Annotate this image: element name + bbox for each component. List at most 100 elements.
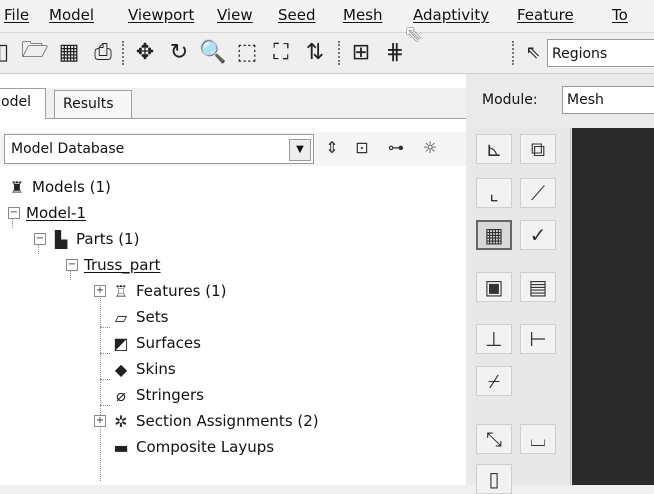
seed-edges-icon[interactable]: ⌞ xyxy=(476,178,512,208)
tree-item-model-1[interactable]: − Model-1 xyxy=(8,200,86,226)
tab-results[interactable]: Results xyxy=(54,90,132,118)
tree-item-surfaces[interactable]: ◩ Surfaces xyxy=(112,330,201,356)
tree-connector xyxy=(100,327,110,328)
toolbar-separator xyxy=(122,41,126,65)
tree-connector xyxy=(100,353,110,354)
expand-icon[interactable]: + xyxy=(94,285,106,297)
graphics-viewport[interactable] xyxy=(572,128,654,485)
tab-model[interactable]: odel xyxy=(0,88,46,119)
new-icon[interactable]: ▯ xyxy=(0,37,18,67)
tree-item-label: Stringers xyxy=(136,386,204,404)
tree-item-label: Parts (1) xyxy=(76,230,140,248)
menu-viewport[interactable]: Viewport xyxy=(128,5,194,25)
box-zoom-icon[interactable]: ⬚ xyxy=(232,37,262,67)
sets-icon: ▱ xyxy=(114,307,128,327)
tree-item-label: Surfaces xyxy=(136,334,201,352)
tree-connector xyxy=(100,286,101,481)
menu-bar: File Model Viewport View Seed Mesh Adapt… xyxy=(0,0,654,33)
expand-icon[interactable]: + xyxy=(94,415,106,427)
parts-icon: ▙ xyxy=(54,229,68,249)
mesh-toolbox: ⊾ ⧉ ⌞ ⟋ ▦ ✓ ▣ ▤ ⊥ ⊢ ⌿ ⤡ ⌴ ▯ xyxy=(470,128,571,494)
model-database-select[interactable]: Model Database ▼ xyxy=(4,134,314,164)
collapse-icon[interactable]: − xyxy=(34,233,46,245)
verify-mesh-icon[interactable]: ✓ xyxy=(520,220,556,250)
tree-item-sets[interactable]: ▱ Sets xyxy=(112,304,169,330)
expand-tree-icon[interactable]: ⊡ xyxy=(350,138,374,160)
menu-view[interactable]: View xyxy=(217,5,253,25)
model-database-label: Model Database xyxy=(11,141,125,157)
menu-mesh[interactable]: Mesh xyxy=(343,5,383,25)
mesh-part-icon[interactable]: ▦ xyxy=(476,220,512,250)
tree-item-features[interactable]: + ♖ Features (1) xyxy=(94,278,227,304)
zoom-icon[interactable]: 🔍 xyxy=(198,37,228,67)
tree-item-truss-part[interactable]: − Truss_part xyxy=(66,252,161,278)
tree-connector xyxy=(100,405,110,406)
query-mesh-icon[interactable]: ▯ xyxy=(476,464,512,494)
tree-item-label: Model-1 xyxy=(26,204,86,222)
menu-tools[interactable]: To xyxy=(612,5,628,25)
filter-tree-icon[interactable]: ⊶ xyxy=(384,138,408,160)
seed-part-instance-icon[interactable]: ⧉ xyxy=(520,134,556,164)
tree-item-label: Features (1) xyxy=(136,282,227,300)
lightbulb-icon[interactable]: ☼ xyxy=(418,138,442,160)
edit-mesh-icon[interactable]: ⤡ xyxy=(476,424,512,454)
skins-icon: ◆ xyxy=(114,359,128,379)
composite-layups-icon: ▬ xyxy=(113,437,129,457)
tab-bar: odel Results xyxy=(0,88,466,119)
module-label: Module: xyxy=(482,92,538,108)
menu-feature[interactable]: Feature xyxy=(517,5,574,25)
toolbar-separator xyxy=(512,41,516,65)
mesh-grid-icon[interactable]: ⊞ xyxy=(346,37,376,67)
mouse-cursor-icon: ⇖ xyxy=(404,22,423,47)
assign-mesh-controls-icon[interactable]: ▣ xyxy=(476,272,512,302)
section-assignments-icon: ✲ xyxy=(114,411,128,431)
main-toolbar: ▯ 🗁 ▦ ⎙ ✥ ↻ 🔍 ⬚ ⛶ ⇅ ⊞ ⋕ ⇖ Regions xyxy=(0,33,654,74)
tree-item-skins[interactable]: ◆ Skins xyxy=(112,356,176,382)
tree-item-label: Composite Layups xyxy=(136,438,275,456)
collapse-icon[interactable]: − xyxy=(8,207,20,219)
open-folder-icon[interactable]: 🗁 xyxy=(20,37,50,67)
menu-file[interactable]: File xyxy=(4,5,29,25)
tree-item-section-assignments[interactable]: + ✲ Section Assignments (2) xyxy=(94,408,319,434)
sort-icon[interactable]: ⇕ xyxy=(320,138,344,160)
tree-item-composite-layups[interactable]: ▬ Composite Layups xyxy=(112,434,274,460)
delete-seeds-icon[interactable]: ⟋ xyxy=(520,178,556,208)
tree-connector xyxy=(100,379,110,380)
partition-face-icon[interactable]: ⊢ xyxy=(520,324,556,354)
chevron-down-icon[interactable]: ▼ xyxy=(289,139,311,161)
cycle-views-icon[interactable]: ⇅ xyxy=(300,37,330,67)
select-arrow-icon[interactable]: ⇖ xyxy=(518,37,548,67)
menu-model[interactable]: Model xyxy=(49,5,94,25)
tree-item-label: Skins xyxy=(136,360,176,378)
tree-item-parts[interactable]: − ▙ Parts (1) xyxy=(34,226,139,252)
model-tree: ♜ Models (1) − Model-1 − ▙ Parts (1) − T… xyxy=(0,174,466,485)
database-row: Model Database ▼ ⇕ ⊡ ⊶ ☼ xyxy=(0,132,466,166)
tree-item-stringers[interactable]: ⌀ Stringers xyxy=(112,382,204,408)
toolbar-separator xyxy=(338,41,342,65)
surfaces-icon: ◩ xyxy=(113,333,129,353)
selection-filter[interactable]: Regions xyxy=(547,39,654,67)
tree-item-models[interactable]: ♜ Models (1) xyxy=(8,174,111,200)
mesh-region-icon[interactable]: ⌴ xyxy=(520,424,556,454)
tree-item-label: Models (1) xyxy=(32,178,111,196)
menu-adaptivity[interactable]: Adaptivity xyxy=(413,5,489,25)
tree-item-label: Section Assignments (2) xyxy=(136,412,319,430)
rotate-icon[interactable]: ↻ xyxy=(164,37,194,67)
menu-seed[interactable]: Seed xyxy=(278,5,316,25)
seed-part-icon[interactable]: ⊾ xyxy=(476,134,512,164)
collapse-icon[interactable]: − xyxy=(66,259,78,271)
partition-edge-icon[interactable]: ⊥ xyxy=(476,324,512,354)
tree-item-label: Sets xyxy=(136,308,169,326)
assign-element-type-icon[interactable]: ▤ xyxy=(520,272,556,302)
models-icon: ♜ xyxy=(9,177,25,197)
pan-icon[interactable]: ✥ xyxy=(130,37,160,67)
features-icon: ♖ xyxy=(113,281,129,301)
save-icon[interactable]: ▦ xyxy=(54,37,84,67)
model-tree-panel: odel Results Model Database ▼ ⇕ ⊡ ⊶ ☼ ♜ … xyxy=(0,74,466,485)
stringers-icon: ⌀ xyxy=(116,385,126,405)
tree-item-label: Truss_part xyxy=(84,256,161,274)
virtual-topology-icon[interactable]: ⌿ xyxy=(476,366,512,396)
print-icon[interactable]: ⎙ xyxy=(88,37,118,67)
auto-fit-icon[interactable]: ⛶ xyxy=(266,37,296,67)
module-select[interactable]: Mesh xyxy=(562,86,654,114)
